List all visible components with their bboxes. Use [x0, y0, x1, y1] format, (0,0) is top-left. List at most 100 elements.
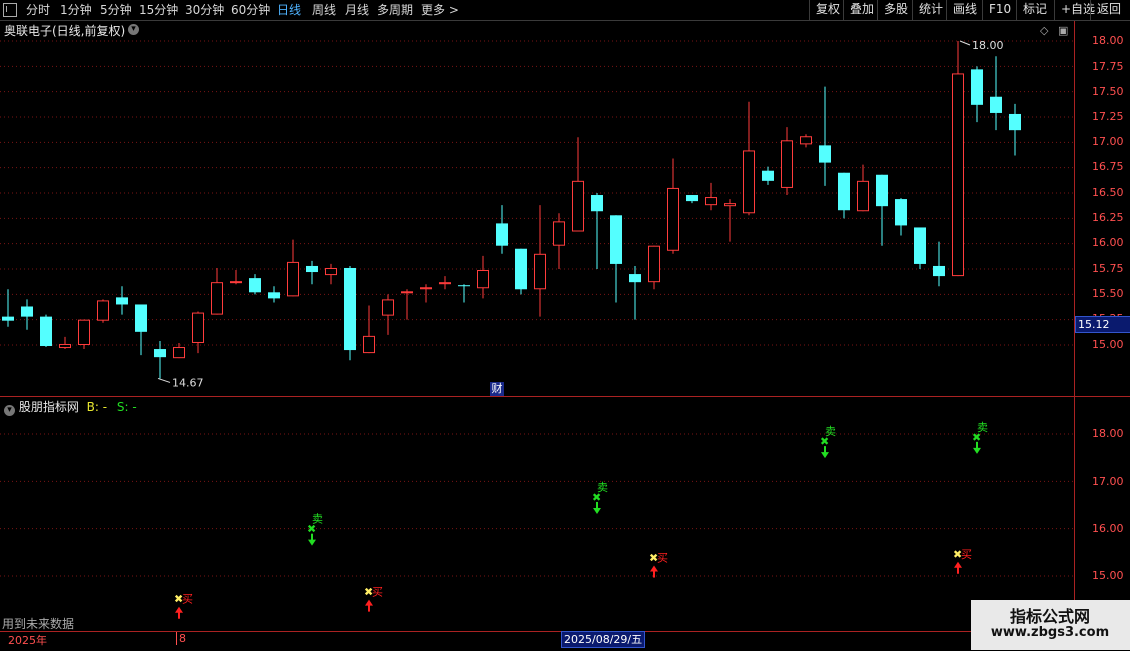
candle-body — [781, 140, 793, 188]
current-price-tag: 15.12 — [1075, 316, 1130, 333]
sell-arrow-head — [308, 539, 316, 546]
high-pointer — [959, 40, 971, 46]
price-tick-label: 18.00 — [1092, 34, 1124, 47]
buy-cross: ✖ — [174, 593, 183, 606]
period-tab-7[interactable]: 周线 — [312, 2, 336, 18]
candle-body — [990, 96, 1002, 113]
candle-body — [97, 300, 109, 321]
price-tick-label: 15.75 — [1092, 262, 1124, 275]
candle-body — [724, 203, 736, 207]
panel-separator — [0, 396, 1130, 397]
period-tab-6[interactable]: 日线 — [277, 2, 301, 18]
candle-body — [325, 267, 337, 276]
title-dropdown-icon[interactable]: ▾ — [128, 24, 139, 35]
toolbar-button-6[interactable]: 标记 — [1016, 0, 1053, 20]
price-tick-label: 17.00 — [1092, 135, 1124, 148]
menu-icon[interactable] — [3, 3, 17, 17]
selected-date: 2025/08/29/五 — [561, 631, 646, 648]
period-tab-9[interactable]: 多周期 — [377, 2, 413, 18]
timeline-month: 8 — [176, 632, 186, 645]
candle-body — [306, 265, 318, 273]
candle-body — [743, 150, 755, 214]
period-tab-5[interactable]: 60分钟 — [231, 2, 270, 18]
financial-event-marker[interactable]: 财 — [490, 382, 504, 396]
buy-cross: ✖ — [649, 552, 658, 565]
candlestick-chart[interactable]: 18.0014.67✖买卖✖✖买卖✖✖买卖✖✖买卖✖ — [0, 0, 1130, 650]
price-tick-label: 15.00 — [1092, 338, 1124, 351]
candle-body — [21, 306, 33, 317]
price-tick-label: 16.25 — [1092, 211, 1124, 224]
price-tick-label: 16.75 — [1092, 160, 1124, 173]
candle-body — [382, 299, 394, 316]
buy-label: 买 — [657, 552, 668, 565]
candle-body — [496, 223, 508, 246]
toolbar-button-0[interactable]: 复权 — [809, 0, 846, 20]
period-tab-10[interactable]: 更多 > — [421, 2, 459, 18]
indicator-b-label: B: - — [86, 400, 108, 414]
indicator-title: ▾ 股朋指标网 B: - S: - — [4, 398, 137, 416]
indicator-dropdown-icon[interactable]: ▾ — [4, 405, 15, 416]
timeline-year: 2025年 — [8, 634, 47, 647]
buy-arrow-head — [954, 561, 962, 568]
indicator-tick-label: 15.00 — [1092, 569, 1124, 582]
candle-body — [1009, 113, 1021, 131]
low-label: 14.67 — [172, 376, 204, 389]
candle-body — [420, 287, 432, 290]
period-tab-1[interactable]: 1分钟 — [60, 2, 92, 18]
diamond-icon[interactable]: ◇ — [1040, 24, 1048, 37]
buy-arrow-head — [650, 565, 658, 572]
period-tab-2[interactable]: 5分钟 — [100, 2, 132, 18]
buy-label: 买 — [961, 548, 972, 561]
high-label: 18.00 — [972, 39, 1004, 52]
sell-label: 卖 — [597, 481, 608, 494]
sell-cross: ✖ — [307, 523, 316, 536]
period-tab-8[interactable]: 月线 — [345, 2, 369, 18]
sell-arrow-head — [593, 507, 601, 514]
candle-body — [515, 248, 527, 290]
sell-cross: ✖ — [972, 431, 981, 444]
watermark-title: 指标公式网 — [1009, 607, 1090, 626]
toolbar-button-3[interactable]: 统计 — [912, 0, 949, 20]
buy-cross: ✖ — [953, 548, 962, 561]
sell-arrow-head — [973, 447, 981, 454]
candle-body — [268, 292, 280, 299]
period-tab-4[interactable]: 30分钟 — [185, 2, 224, 18]
period-tab-0[interactable]: 分时 — [26, 2, 50, 18]
candle-body — [648, 245, 660, 283]
buy-label: 买 — [182, 593, 193, 606]
candle-body — [952, 73, 964, 277]
candle-body — [838, 172, 850, 211]
toolbar-button-1[interactable]: 叠加 — [843, 0, 880, 20]
candle-body — [116, 297, 128, 305]
candle-body — [287, 261, 299, 297]
toolbar-button-4[interactable]: 画线 — [946, 0, 983, 20]
candle-body — [610, 215, 622, 264]
period-toolbar: 分时 1分钟 5分钟 15分钟 30分钟 60分钟 日线 周线 月线 多周期 更多 > 复权 叠加 多股… — [0, 0, 1130, 21]
future-data-note: 用到未来数据 — [2, 617, 75, 631]
candle-body — [895, 199, 907, 226]
toolbar-button-2[interactable]: 多股 — [877, 0, 914, 20]
window-icon[interactable]: ▣ — [1058, 24, 1068, 37]
sell-cross: ✖ — [820, 435, 829, 448]
buy-arrow-head — [175, 606, 183, 613]
candle-body — [135, 304, 147, 332]
period-tab-3[interactable]: 15分钟 — [139, 2, 178, 18]
candle-body — [857, 180, 869, 212]
sell-label: 卖 — [312, 513, 323, 526]
low-pointer — [157, 377, 171, 383]
sell-arrow-head — [821, 452, 829, 459]
price-tick-label: 16.50 — [1092, 186, 1124, 199]
buy-label: 买 — [372, 586, 383, 599]
candle-body — [344, 267, 356, 351]
candle-body — [154, 349, 166, 358]
chart-title: 奥联电子(日线,前复权) — [4, 22, 125, 39]
candle-body — [363, 335, 375, 354]
candle-body — [686, 195, 698, 202]
toolbar-button-8[interactable]: 返回 — [1090, 0, 1127, 20]
candle-body — [762, 170, 774, 181]
candle-body — [401, 291, 413, 294]
candle-body — [591, 195, 603, 212]
candle-body — [173, 347, 185, 359]
price-tick-label: 17.25 — [1092, 110, 1124, 123]
toolbar-button-5[interactable]: F10 — [982, 0, 1017, 20]
